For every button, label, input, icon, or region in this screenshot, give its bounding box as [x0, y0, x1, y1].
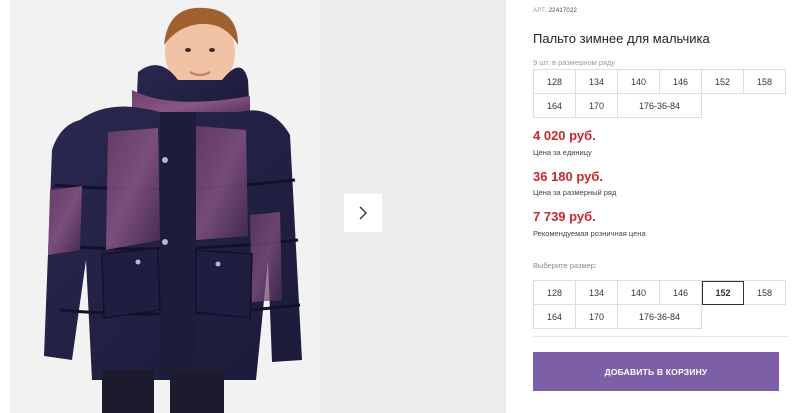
size-option[interactable]: 146: [660, 281, 702, 305]
size-option[interactable]: 140: [618, 281, 660, 305]
size-option[interactable]: 176-36-84: [618, 305, 702, 329]
article-label: АРТ:: [533, 8, 547, 14]
size-range-cell: 152: [702, 70, 744, 94]
add-to-cart-button[interactable]: ДОБАВИТЬ В КОРЗИНУ: [533, 352, 779, 391]
product-title: Пальто зимнее для мальчика: [533, 31, 710, 46]
size-range-cell: 134: [576, 70, 618, 94]
set-size-note: 9 шт. в размерном ряду: [533, 58, 616, 67]
size-option[interactable]: 158: [744, 281, 786, 305]
retail-price: 7 739 руб.: [533, 209, 596, 224]
product-gallery: [10, 0, 505, 413]
size-range-table: 128 134 140 146 152 158 164 170 176-36-8…: [533, 69, 786, 118]
article-number: АРТ: 22417022: [533, 8, 577, 14]
unit-price: 4 020 руб.: [533, 128, 596, 143]
column-divider: [505, 0, 506, 413]
size-option[interactable]: 164: [534, 305, 576, 329]
article-value: 22417022: [548, 8, 578, 14]
size-option[interactable]: 134: [576, 281, 618, 305]
size-option[interactable]: 170: [576, 305, 618, 329]
product-photo-illustration: [44, 7, 302, 413]
size-range-cell: 158: [744, 70, 786, 94]
size-range-cell: 176-36-84: [618, 94, 702, 118]
unit-price-label: Цена за единицу: [533, 148, 592, 157]
gallery-next-button[interactable]: [344, 194, 382, 232]
set-price: 36 180 руб.: [533, 169, 604, 184]
choose-size-label: Выберите размер:: [533, 261, 598, 270]
size-range-cell: 164: [534, 94, 576, 118]
size-selector: 128 134 140 146 152 158 164 170 176-36-8…: [533, 280, 786, 329]
set-price-label: Цена за размерный ряд: [533, 188, 617, 197]
size-option-selected[interactable]: 152: [702, 281, 744, 305]
size-range-cell: 128: [534, 70, 576, 94]
retail-price-label: Рекомендуемая розничная цена: [533, 229, 646, 238]
size-option[interactable]: 128: [534, 281, 576, 305]
size-range-cell: 140: [618, 70, 660, 94]
product-page: АРТ: 22417022 Пальто зимнее для мальчика…: [0, 0, 800, 413]
size-range-cell: 170: [576, 94, 618, 118]
chevron-right-icon: [359, 206, 367, 220]
section-divider: [533, 336, 788, 337]
product-photo[interactable]: [10, 0, 320, 413]
size-range-cell: 146: [660, 70, 702, 94]
